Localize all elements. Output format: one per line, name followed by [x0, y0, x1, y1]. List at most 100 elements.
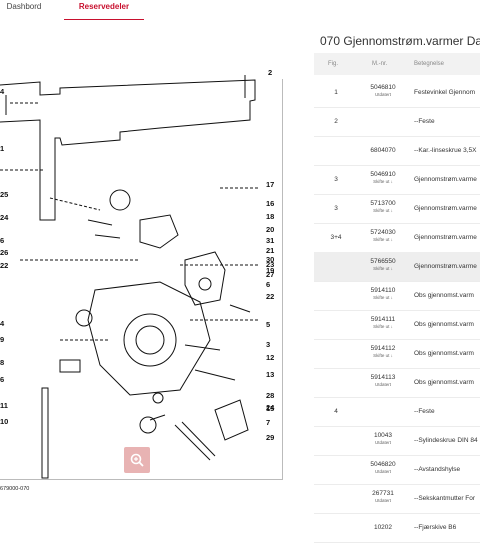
table-row[interactable]: 3 5713700 Skifte ut ↓ Gjennomstrøm.varme — [314, 194, 480, 224]
callout-22b[interactable]: 22 — [266, 292, 274, 301]
drawing-reference-code: 679000-070 — [0, 486, 30, 492]
row-part-number[interactable]: 10043 Utdatert — [358, 432, 408, 445]
table-row[interactable]: 2 --Feste — [314, 107, 480, 137]
table-row[interactable]: 267731 Utdatert --Sekskantmutter For — [314, 484, 480, 514]
callout-9[interactable]: 9 — [0, 335, 4, 344]
row-description: --Sylindeskrue DIN 84 — [414, 437, 478, 444]
row-part-number[interactable]: 5724030 Skifte ut ↓ — [358, 229, 408, 242]
table-row[interactable]: 5046820 Utdatert --Avstandshylse — [314, 455, 480, 485]
row-part-number[interactable]: 5713700 Skifte ut ↓ — [358, 200, 408, 213]
zoom-icon — [130, 453, 144, 467]
table-row[interactable]: 10202 --Fjærskive B6 — [314, 513, 480, 543]
callout-22[interactable]: 22 — [0, 261, 8, 270]
part-status: Utdatert — [374, 469, 391, 474]
callout-21[interactable]: 21 — [266, 246, 274, 255]
callout-6b[interactable]: 6 — [266, 280, 270, 289]
row-part-number[interactable]: 5046820 Utdatert — [358, 461, 408, 474]
part-status: Utdatert — [374, 440, 391, 445]
exploded-parts-diagram: 2 4 1 17 25 24 16 18 20 6 26 22 31 21 30… — [0, 20, 300, 492]
row-part-number[interactable]: 5914113 Utdatert — [358, 374, 408, 387]
part-status: Skifte ut ↓ — [373, 179, 393, 184]
tab-reservedeler[interactable]: Reservedeler — [64, 0, 144, 21]
row-part-number[interactable]: 5914112 Skifte ut ↓ — [358, 345, 408, 358]
callout-20[interactable]: 20 — [266, 225, 274, 234]
row-part-number[interactable]: 5766550 Skifte ut ↓ — [358, 258, 408, 271]
callout-10[interactable]: 10 — [0, 417, 8, 426]
callout-26[interactable]: 26 — [0, 248, 8, 257]
callout-28[interactable]: 28 — [266, 391, 274, 400]
table-row[interactable]: 5766550 Skifte ut ↓ Gjennomstrøm.varme — [314, 252, 480, 282]
table-row[interactable]: 3 5046910 Skifte ut ↓ Gjennomstrøm.varme — [314, 165, 480, 195]
row-part-number[interactable]: 10202 — [358, 524, 408, 531]
row-part-number[interactable]: 5046910 Skifte ut ↓ — [358, 171, 408, 184]
part-number-text: 6804070 — [370, 147, 396, 154]
row-description: Gjennomstrøm.varme — [414, 234, 477, 241]
zoom-button[interactable] — [124, 447, 150, 473]
row-fig: 2 — [334, 118, 338, 125]
parts-list-panel: 070 Gjennomstrøm.varmer Dan Fig. M.-nr. … — [300, 20, 480, 543]
parts-table-header: Fig. M.-nr. Betegnelse — [314, 53, 480, 75]
callout-5[interactable]: 5 — [266, 320, 270, 329]
callout-12[interactable]: 12 — [266, 353, 274, 362]
tab-dashbord[interactable]: Dashbord — [0, 0, 48, 20]
callout-18[interactable]: 18 — [266, 212, 274, 221]
table-row[interactable]: 5914110 Skifte ut ↓ Obs gjennomst.varm — [314, 281, 480, 311]
callout-29[interactable]: 29 — [266, 433, 274, 442]
part-status: Skifte ut ↓ — [373, 266, 393, 271]
callout-4b[interactable]: 4 — [0, 319, 4, 328]
callout-13[interactable]: 13 — [266, 370, 274, 379]
table-row[interactable]: 6804070 --Kar.-linseskrue 3,5X — [314, 136, 480, 166]
callout-11[interactable]: 11 — [0, 401, 8, 410]
table-row[interactable]: 5914112 Skifte ut ↓ Obs gjennomst.varm — [314, 339, 480, 369]
row-fig: 4 — [334, 408, 338, 415]
callout-4[interactable]: 4 — [0, 87, 4, 96]
row-description: Gjennomstrøm.varme — [414, 263, 477, 270]
part-number-text: 10043 — [373, 432, 393, 439]
row-part-number[interactable]: 267731 Utdatert — [358, 490, 408, 503]
callout-27[interactable]: 27 — [266, 270, 274, 279]
callout-6[interactable]: 6 — [0, 236, 4, 245]
table-row[interactable]: 4 --Feste — [314, 397, 480, 427]
row-fig: 3 — [334, 176, 338, 183]
panel-title: 070 Gjennomstrøm.varmer Dan — [320, 34, 480, 48]
part-status: Skifte ut ↓ — [373, 237, 393, 242]
part-status: Skifte ut ↓ — [373, 353, 393, 358]
table-row[interactable]: 3+4 5724030 Skifte ut ↓ Gjennomstrøm.varme — [314, 223, 480, 253]
row-description: --Sekskantmutter For — [414, 495, 476, 502]
table-row[interactable]: 5914113 Utdatert Obs gjennomst.varm — [314, 368, 480, 398]
callout-8[interactable]: 8 — [0, 358, 4, 367]
part-number-text: 267731 — [372, 490, 394, 497]
table-row[interactable]: 5914111 Skifte ut ↓ Obs gjennomst.varm — [314, 310, 480, 340]
row-part-number[interactable]: 6804070 — [358, 147, 408, 154]
row-fig: 3+4 — [330, 234, 342, 241]
row-description: Obs gjennomst.varm — [414, 350, 474, 357]
row-part-number[interactable]: 5046810 Utdatert — [358, 84, 408, 97]
part-number-text: 5914111 — [370, 316, 396, 323]
callout-3[interactable]: 3 — [266, 340, 270, 349]
row-part-number[interactable]: 5914110 Skifte ut ↓ — [358, 287, 408, 300]
callout-17[interactable]: 17 — [266, 180, 274, 189]
row-description: Festevinkel Gjennom — [414, 89, 476, 96]
row-description: --Feste — [414, 118, 435, 125]
callout-25[interactable]: 25 — [0, 190, 8, 199]
part-number-text: 5914110 — [370, 287, 396, 294]
table-row[interactable]: 1 5046810 Utdatert Festevinkel Gjennom — [314, 78, 480, 108]
callout-15[interactable]: 15 — [266, 404, 274, 413]
row-part-number[interactable]: 5914111 Skifte ut ↓ — [358, 316, 408, 329]
callout-23[interactable]: 23 — [266, 260, 274, 269]
part-number-text: 10202 — [373, 524, 393, 531]
callout-16[interactable]: 16 — [266, 199, 274, 208]
row-description: Obs gjennomst.varm — [414, 292, 474, 299]
part-number-text: 5046820 — [370, 461, 396, 468]
row-description: Obs gjennomst.varm — [414, 379, 474, 386]
row-fig: 1 — [334, 89, 338, 96]
row-description: Gjennomstrøm.varme — [414, 176, 477, 183]
callout-31[interactable]: 31 — [266, 236, 274, 245]
callout-1[interactable]: 1 — [0, 144, 4, 153]
callout-2[interactable]: 2 — [268, 68, 272, 77]
callout-6c[interactable]: 6 — [0, 375, 4, 384]
part-number-text: 5766550 — [370, 258, 396, 265]
callout-7[interactable]: 7 — [266, 418, 270, 427]
table-row[interactable]: 10043 Utdatert --Sylindeskrue DIN 84 — [314, 426, 480, 456]
callout-24[interactable]: 24 — [0, 213, 8, 222]
